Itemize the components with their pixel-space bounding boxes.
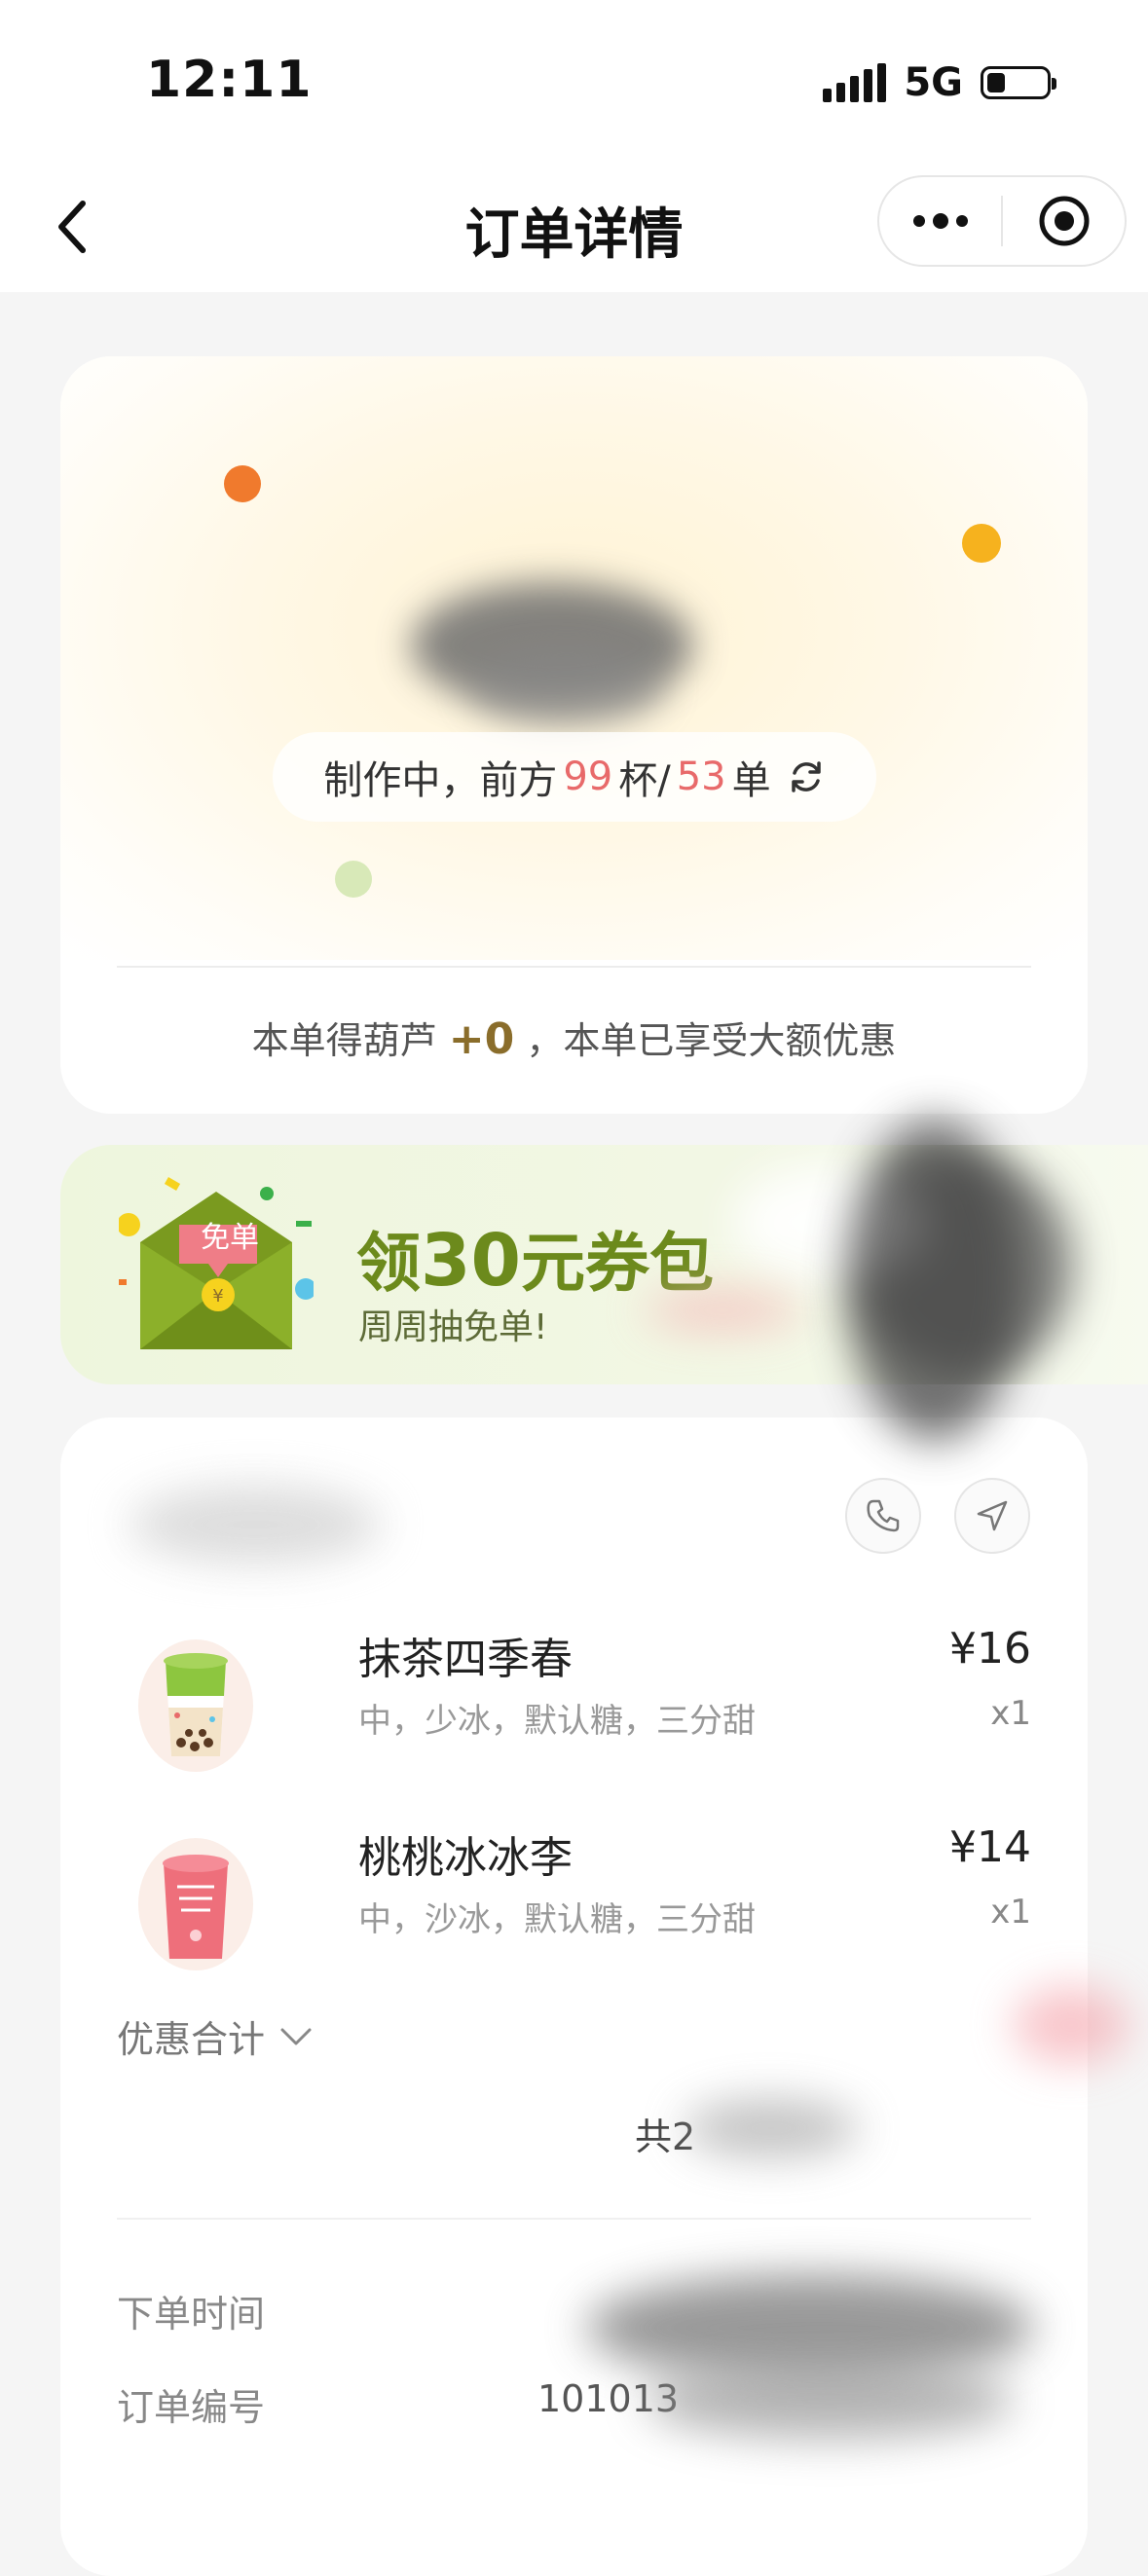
- miniprogram-capsule: [877, 175, 1127, 267]
- envelope-label: 免单: [201, 1221, 259, 1255]
- item-name: 抹茶四季春: [358, 1635, 573, 1684]
- more-button[interactable]: [879, 177, 1001, 265]
- promo-subtitle: 周周抽免单!: [358, 1307, 548, 1347]
- status-bar: 12:11 5G: [0, 0, 1148, 166]
- promo-amount: 30: [421, 1219, 521, 1303]
- store-name-redacted: [129, 1486, 382, 1564]
- promo-title: 领30元券包: [356, 1211, 714, 1305]
- points-summary: 本单得葫芦 +0 ，本单已享受大额优惠: [60, 1011, 1088, 1064]
- divider: [117, 2218, 1031, 2220]
- item-spec: 中，少冰，默认糖，三分甜: [358, 1702, 756, 1741]
- status-illustration-redacted-2: [469, 648, 664, 726]
- orders-unit: 单: [731, 758, 771, 803]
- order-detail-card: 抹茶四季春 中，少冰，默认糖，三分甜 ¥16 x1 桃桃冰冰李 中，沙冰，默认糖…: [60, 1417, 1088, 2576]
- decor-dot-green: [335, 861, 372, 898]
- item-spec: 中，沙冰，默认糖，三分甜: [358, 1900, 756, 1939]
- refresh-icon: [791, 761, 821, 792]
- navigate-store-button[interactable]: [954, 1478, 1030, 1554]
- redacted-overlay-pink: [1013, 1986, 1129, 2064]
- order-time-label: 下单时间: [117, 2293, 266, 2336]
- order-number-label: 订单编号: [117, 2386, 266, 2429]
- queue-progress-pill: 制作中，前方 99 杯/ 53 单: [273, 732, 876, 822]
- status-time: 12:11: [146, 51, 313, 109]
- points-suffix: ，本单已享受大额优惠: [526, 1019, 897, 1062]
- item-price: ¥14: [949, 1822, 1031, 1872]
- order-number-redacted: [645, 2362, 1015, 2440]
- product-image: [138, 1639, 253, 1772]
- refresh-button[interactable]: [787, 757, 826, 796]
- item-price: ¥16: [949, 1624, 1031, 1674]
- divider: [117, 966, 1031, 968]
- total-redacted: [684, 2099, 859, 2157]
- discount-label: 优惠合计: [117, 2018, 266, 2061]
- decor-dot-orange: [224, 465, 261, 502]
- discount-total-toggle[interactable]: 优惠合计: [117, 2009, 314, 2063]
- call-store-button[interactable]: [845, 1478, 921, 1554]
- target-icon: [1039, 196, 1089, 246]
- cups-unit: 杯/: [618, 758, 671, 803]
- more-dots-icon: [912, 213, 968, 229]
- battery-icon: [981, 66, 1056, 99]
- order-status-card: 制作中，前方 99 杯/ 53 单 本单得葫芦 +0 ，本单已享受大额优惠: [60, 356, 1088, 1114]
- signal-icon: [823, 63, 887, 102]
- orders-ahead-count: 53: [676, 754, 726, 799]
- promo-title-suffix: 元券包: [520, 1226, 714, 1301]
- svg-text:¥: ¥: [212, 1286, 223, 1306]
- promo-redacted-pill: [645, 1291, 800, 1330]
- red-envelope-icon: ¥: [119, 1177, 314, 1349]
- redacted-overlay: [847, 1120, 1022, 1441]
- cups-ahead-count: 99: [563, 754, 613, 799]
- decor-dot-yellow: [962, 524, 1001, 563]
- network-label: 5G: [904, 60, 963, 105]
- item-quantity: x1: [990, 1893, 1031, 1932]
- promo-title-prefix: 领: [356, 1226, 421, 1301]
- order-item[interactable]: 抹茶四季春 中，少冰，默认糖，三分甜 ¥16 x1: [117, 1616, 1031, 1791]
- status-indicators: 5G: [823, 60, 1056, 105]
- progress-prefix: 制作中，前方: [323, 758, 558, 803]
- status-hero: 制作中，前方 99 杯/ 53 单: [60, 356, 1088, 960]
- product-image: [138, 1838, 253, 1970]
- chevron-down-icon: [280, 2028, 312, 2044]
- order-item[interactable]: 桃桃冰冰李 中，沙冰，默认糖，三分甜 ¥14 x1: [117, 1815, 1031, 1990]
- item-quantity: x1: [990, 1694, 1031, 1733]
- navigation-arrow-icon: [977, 1500, 1008, 1531]
- points-prefix: 本单得葫芦: [251, 1019, 437, 1062]
- points-value: +0: [448, 1014, 515, 1064]
- item-name: 桃桃冰冰李: [358, 1833, 573, 1883]
- phone-icon: [867, 1499, 900, 1532]
- close-miniprogram-button[interactable]: [1003, 177, 1125, 265]
- nav-bar: 订单详情: [0, 166, 1148, 292]
